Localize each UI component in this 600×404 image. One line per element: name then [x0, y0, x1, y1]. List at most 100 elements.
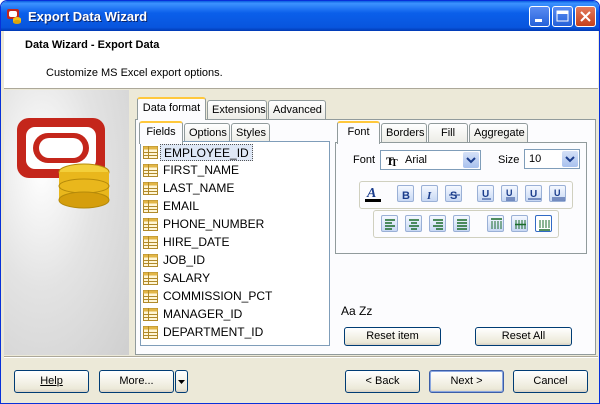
- double-underline-icon: U: [506, 188, 515, 201]
- strikethrough-button[interactable]: S: [445, 185, 462, 202]
- font-sample: Aa Zz: [341, 304, 373, 318]
- tab-extensions-label: Extensions: [212, 104, 266, 116]
- table-field-icon: [143, 164, 158, 177]
- chevron-down-icon: [565, 156, 575, 163]
- back-label: < Back: [365, 375, 400, 387]
- svg-text:U: U: [554, 188, 561, 198]
- align-center-icon: [409, 219, 419, 230]
- list-item[interactable]: EMAIL: [143, 198, 328, 215]
- field-name: JOB_ID: [163, 253, 206, 267]
- minimize-icon: [535, 19, 542, 22]
- field-name: FIRST_NAME: [163, 163, 240, 177]
- list-item[interactable]: EMPLOYEE_ID: [143, 144, 328, 161]
- reset-item-button[interactable]: Reset item: [344, 327, 441, 346]
- bold-button[interactable]: B: [397, 185, 414, 202]
- underline-accounting-button[interactable]: U: [525, 185, 542, 202]
- align-center-button[interactable]: [405, 215, 422, 232]
- valign-top-button[interactable]: [487, 215, 504, 232]
- font-color-icon: A: [365, 186, 381, 202]
- underline-double-accounting-button[interactable]: U: [549, 185, 566, 202]
- svg-text:B: B: [402, 190, 410, 202]
- table-field-icon: [143, 182, 158, 195]
- valign-bottom-icon: [539, 220, 550, 231]
- tab-extensions[interactable]: Extensions: [207, 100, 267, 120]
- page-subtitle: Customize MS Excel export options.: [46, 67, 223, 79]
- tab-font[interactable]: Font: [337, 121, 380, 144]
- align-justify-icon: [457, 219, 467, 230]
- tab-advanced[interactable]: Advanced: [268, 100, 326, 120]
- align-right-button[interactable]: [429, 215, 446, 232]
- reset-all-button[interactable]: Reset All: [475, 327, 572, 346]
- window-title: Export Data Wizard: [28, 9, 148, 24]
- tab-font-label: Font: [347, 126, 370, 138]
- list-item[interactable]: MANAGER_ID: [143, 306, 328, 323]
- truetype-icon: TT: [386, 154, 398, 167]
- oracle-db-logo-icon: [17, 118, 110, 209]
- table-field-icon: [143, 236, 158, 249]
- align-justify-button[interactable]: [453, 215, 470, 232]
- maximize-button[interactable]: [552, 6, 573, 27]
- svg-text:T: T: [391, 158, 398, 167]
- tab-options[interactable]: Options: [184, 123, 230, 143]
- chevron-down-icon: [466, 157, 476, 164]
- list-item[interactable]: FIRST_NAME: [143, 162, 328, 179]
- list-item[interactable]: JOB_ID: [143, 252, 328, 269]
- next-label: Next >: [450, 375, 483, 387]
- minimize-button[interactable]: [529, 6, 550, 27]
- valign-bottom-button[interactable]: [535, 215, 552, 232]
- list-item[interactable]: SALARY: [143, 270, 328, 287]
- italic-button[interactable]: I: [421, 185, 438, 202]
- list-item[interactable]: COMMISSION_PCT: [143, 288, 328, 305]
- tab-styles[interactable]: Styles: [231, 123, 270, 143]
- tab-borders[interactable]: Borders: [381, 123, 427, 143]
- table-field-icon: [143, 272, 158, 285]
- font-color-button[interactable]: A: [363, 184, 383, 204]
- fields-list[interactable]: EMPLOYEE_ID FIRST_NAME LAST_NAME EMAIL P…: [140, 141, 330, 346]
- tab-fill[interactable]: Fill: [428, 123, 468, 143]
- align-right-icon: [433, 219, 443, 230]
- size-dropdown-arrow[interactable]: [562, 151, 578, 167]
- font-value: Arial: [405, 154, 428, 166]
- maximize-icon: [556, 10, 569, 22]
- size-select[interactable]: 10: [524, 149, 580, 169]
- reset-all-label: Reset All: [501, 330, 546, 342]
- close-icon: [580, 11, 591, 22]
- field-name: HIRE_DATE: [163, 235, 230, 249]
- valign-center-button[interactable]: [511, 215, 528, 232]
- tab-styles-label: Styles: [236, 127, 266, 139]
- oracle-db-icon: [7, 9, 21, 24]
- field-name: LAST_NAME: [163, 181, 235, 195]
- cancel-button[interactable]: Cancel: [513, 370, 588, 393]
- underline-single-button[interactable]: U: [477, 185, 494, 202]
- double-accounting-underline-icon: U: [552, 188, 565, 201]
- back-button[interactable]: < Back: [345, 370, 420, 393]
- list-item[interactable]: PHONE_NUMBER: [143, 216, 328, 233]
- footer-separator: [4, 356, 598, 358]
- tab-fill-label: Fill: [440, 127, 456, 139]
- table-field-icon: [143, 290, 158, 303]
- size-value: 10: [529, 153, 542, 165]
- more-button[interactable]: More...: [99, 370, 174, 393]
- tab-data-format[interactable]: Data format: [137, 97, 206, 120]
- list-item[interactable]: LAST_NAME: [143, 180, 328, 197]
- list-item[interactable]: HIRE_DATE: [143, 234, 328, 251]
- tab-aggregate[interactable]: Aggregate: [469, 123, 528, 143]
- size-label: Size: [498, 154, 520, 166]
- table-field-icon: [143, 218, 158, 231]
- underline-double-button[interactable]: U: [501, 185, 518, 202]
- more-dropdown-button[interactable]: [175, 370, 188, 393]
- tab-fields[interactable]: Fields: [139, 121, 183, 144]
- help-button[interactable]: Help: [14, 370, 89, 393]
- close-button[interactable]: [575, 6, 596, 27]
- list-item[interactable]: DEPARTMENT_ID: [143, 324, 328, 341]
- next-button[interactable]: Next >: [429, 370, 504, 393]
- align-left-button[interactable]: [381, 215, 398, 232]
- font-select[interactable]: TT Arial: [380, 150, 481, 170]
- font-dropdown-arrow[interactable]: [463, 152, 479, 168]
- tab-aggregate-label: Aggregate: [474, 127, 525, 139]
- svg-text:U: U: [482, 189, 489, 200]
- title-bar[interactable]: Export Data Wizard: [1, 1, 599, 31]
- table-field-icon: [143, 254, 158, 267]
- wizard-side-graphic: [4, 90, 129, 355]
- dropdown-arrow-icon: [178, 380, 185, 384]
